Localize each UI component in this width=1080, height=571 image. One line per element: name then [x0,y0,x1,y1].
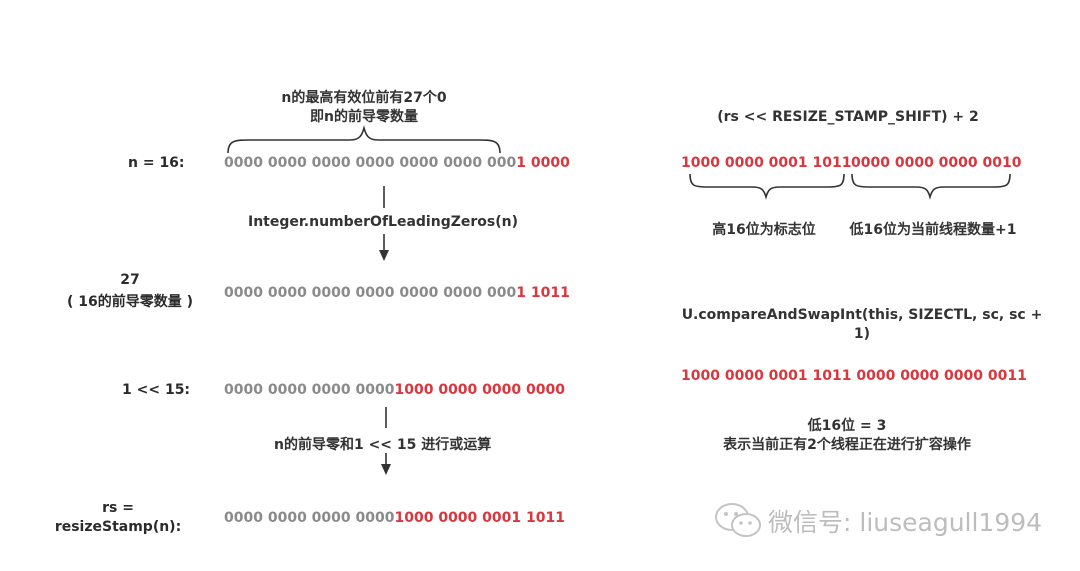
watermark-text: 微信号: liuseagull1994 [768,508,1043,537]
note2-line2: 表示当前正有2个线程正在进行扩容操作 [723,437,971,453]
row4-label-line1: rs = [102,500,134,516]
row3-bits-gray: 0000 0000 0000 0000 [224,382,395,398]
expr2-line2: 1) [853,326,871,342]
low-bits-brace [851,173,1011,200]
row4-bits-red: 1000 0000 0001 1011 [394,510,565,526]
wechat-icon [715,503,761,537]
row2-bits-gray: 0000 0000 0000 0000 0000 0000 000 [224,285,517,301]
expr1: (rs << RESIZE_STAMP_SHIFT) + 2 [717,109,979,125]
high-bits-brace [689,173,845,200]
leading-zeros-brace [227,125,501,154]
row3-bits-red: 1000 0000 0000 0000 [394,382,565,398]
bits1-high: 1000 0000 0001 1011 [681,155,852,171]
row2-label-line2: ( 16的前导零数量 ) [66,294,194,310]
note-high: 高16位为标志位 [712,222,816,238]
row3-label: 1 << 15: [122,382,191,398]
row2-bits: 0000 0000 0000 0000 0000 0000 0001 1011 [224,285,570,301]
row1-bits-red: 1 0000 [516,155,570,171]
row4-label-line2: resizeStamp(n): [54,519,182,535]
note2-line1: 低16位 = 3 [807,418,887,434]
brace-note-line2: 即n的前导零数量 [310,109,418,125]
row4-bits: 0000 0000 0000 00001000 0000 0001 1011 [224,510,565,526]
row4-bits-gray: 0000 0000 0000 0000 [224,510,395,526]
arrow-2-head [381,464,391,475]
op1-label: Integer.numberOfLeadingZeros(n) [248,214,518,230]
arrow-1-head [379,250,389,261]
row3-bits: 0000 0000 0000 00001000 0000 0000 0000 [224,382,565,398]
row1-bits: 0000 0000 0000 0000 0000 0000 0001 0000 [224,155,570,171]
row2-bits-red: 1 1011 [516,285,570,301]
row1-bits-gray: 0000 0000 0000 0000 0000 0000 000 [224,155,517,171]
bits2: 1000 0000 0001 1011 0000 0000 0000 0011 [681,368,1027,384]
bits1-low: 0000 0000 0000 0010 [851,155,1022,171]
note-low: 低16位为当前线程数量+1 [849,222,1017,238]
row1-label: n = 16: [128,155,185,171]
op2-label: n的前导零和1 << 15 进行或运算 [274,437,492,453]
row2-label-line1: 27 [120,272,140,288]
brace-note-line1: n的最高有效位前有27个0 [281,90,447,106]
expr2-line1: U.compareAndSwapInt(this, SIZECTL, sc, s… [681,307,1043,323]
